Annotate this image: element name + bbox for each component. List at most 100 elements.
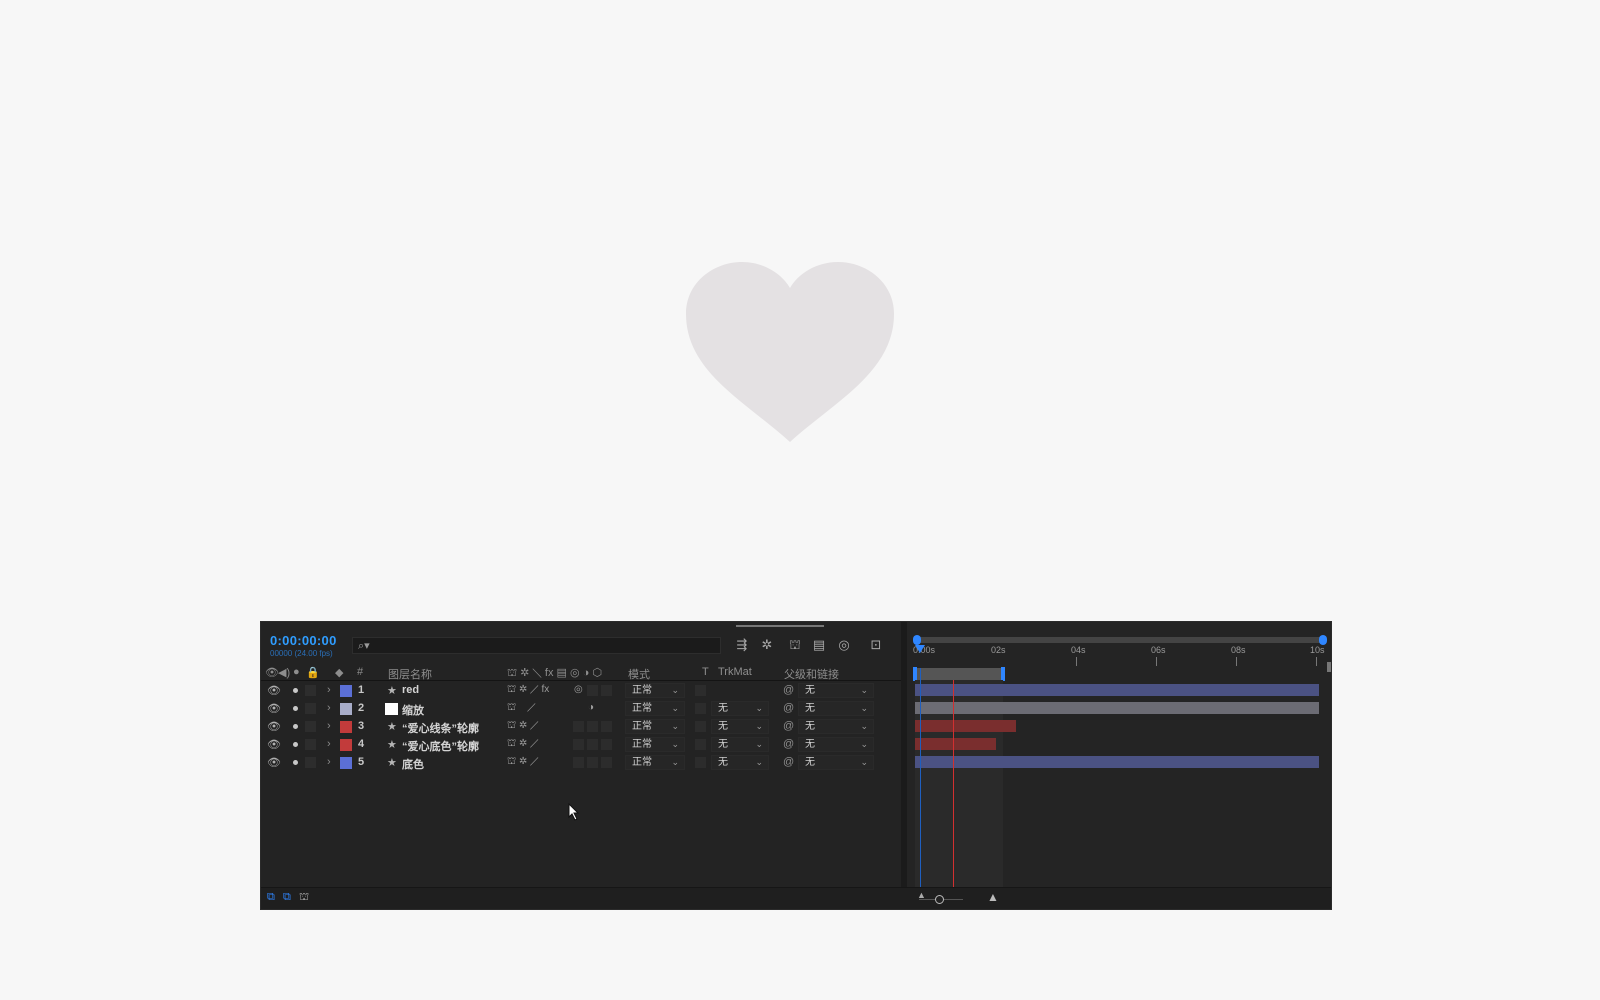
trkmat-dropdown[interactable]: 无 ⌄ bbox=[711, 737, 769, 752]
solo-dot[interactable] bbox=[293, 760, 298, 765]
track-t-box[interactable] bbox=[695, 721, 706, 732]
zoom-slider-knob[interactable] bbox=[935, 895, 944, 904]
switch-box[interactable] bbox=[601, 757, 612, 768]
solo-icon[interactable]: ● bbox=[293, 666, 300, 678]
visibility-eye-icon[interactable]: 👁 bbox=[267, 720, 281, 733]
layer-duration-bar[interactable] bbox=[915, 720, 1016, 732]
label-color-swatch[interactable] bbox=[340, 757, 352, 769]
switch-box[interactable] bbox=[601, 739, 612, 750]
trkmat-dropdown[interactable]: 无 ⌄ bbox=[711, 755, 769, 770]
switch-box[interactable] bbox=[587, 739, 598, 750]
navigator-start-handle[interactable] bbox=[913, 635, 921, 645]
label-color-swatch[interactable] bbox=[340, 739, 352, 751]
zoom-in-icon[interactable]: ▲ bbox=[987, 890, 999, 904]
layer-duration-bar[interactable] bbox=[915, 738, 996, 750]
mode-dropdown[interactable]: 正常 ⌄ bbox=[625, 683, 685, 698]
switch-box[interactable] bbox=[587, 721, 598, 732]
track-t-box[interactable] bbox=[695, 703, 706, 714]
lock-toggle[interactable] bbox=[305, 721, 316, 732]
label-color-swatch[interactable] bbox=[340, 721, 352, 733]
expand-chevron-icon[interactable]: › bbox=[327, 702, 331, 714]
adjustment-layer-icon[interactable]: ◑ bbox=[588, 702, 594, 713]
layer-row[interactable]: 👁 › 5 ★ 底色 ⛫ ✲ ⟋ 正常 ⌄ 无 ⌄ @ 无 ⌄ bbox=[261, 754, 901, 772]
in-out-icon[interactable]: ⛫ bbox=[299, 891, 309, 905]
parent-dropdown[interactable]: 无 ⌄ bbox=[798, 737, 874, 752]
layer-row[interactable]: 👁 › 3 ★ “爱心线条”轮廓 ⛫ ✲ ⟋ 正常 ⌄ 无 ⌄ @ 无 ⌄ bbox=[261, 718, 901, 736]
label-tag-icon[interactable]: ◆ bbox=[335, 666, 343, 679]
comp-switches-icon[interactable]: ⧉ bbox=[267, 891, 275, 904]
mode-dropdown[interactable]: 正常 ⌄ bbox=[625, 737, 685, 752]
pick-whip-icon[interactable]: @ bbox=[783, 702, 794, 714]
shy-layers-icon[interactable]: ⛫ bbox=[786, 637, 804, 653]
layer-switches-icon[interactable]: ⛫ ✲ ⟋ bbox=[507, 756, 539, 769]
lock-toggle[interactable] bbox=[305, 757, 316, 768]
switch-box[interactable] bbox=[573, 721, 584, 732]
label-color-swatch[interactable] bbox=[340, 703, 352, 715]
audio-icon[interactable]: ◀) bbox=[278, 666, 290, 679]
work-area-bar[interactable] bbox=[913, 667, 1005, 683]
switch-box[interactable] bbox=[601, 685, 612, 696]
comp-mini-flowchart-icon[interactable]: ⇶ bbox=[733, 637, 751, 653]
video-icon[interactable]: 👁 bbox=[265, 666, 279, 679]
pick-whip-icon[interactable]: @ bbox=[783, 684, 794, 696]
frame-blending-icon[interactable]: ▤ bbox=[810, 637, 828, 653]
layer-row[interactable]: 👁 › 2 缩放 ⛫ ⟋ ◑ 正常 ⌄ 无 ⌄ @ 无 ⌄ bbox=[261, 700, 901, 718]
motion-blur-switch-icon[interactable]: ◎ bbox=[574, 684, 583, 695]
panel-grip[interactable] bbox=[736, 625, 824, 627]
draft-3d-icon[interactable]: ✲ bbox=[758, 637, 776, 653]
work-area-end-handle[interactable] bbox=[1001, 667, 1005, 681]
expand-chevron-icon[interactable]: › bbox=[327, 756, 331, 768]
expand-chevron-icon[interactable]: › bbox=[327, 738, 331, 750]
current-timecode[interactable]: 0:00:00:00 bbox=[270, 633, 337, 648]
current-time-indicator-head[interactable] bbox=[915, 645, 925, 653]
track-t-box[interactable] bbox=[695, 739, 706, 750]
mode-dropdown[interactable]: 正常 ⌄ bbox=[625, 701, 685, 716]
track-t-box[interactable] bbox=[695, 757, 706, 768]
layer-name[interactable]: 底色 bbox=[402, 756, 424, 772]
transfer-controls-icon[interactable]: ⧉ bbox=[283, 891, 291, 904]
layer-row[interactable]: 👁 › 4 ★ “爱心底色”轮廓 ⛫ ✲ ⟋ 正常 ⌄ 无 ⌄ @ 无 ⌄ bbox=[261, 736, 901, 754]
layer-search-input[interactable]: ⌕▾ bbox=[352, 637, 721, 654]
visibility-eye-icon[interactable]: 👁 bbox=[267, 702, 281, 715]
visibility-eye-icon[interactable]: 👁 bbox=[267, 684, 281, 697]
parent-dropdown[interactable]: 无 ⌄ bbox=[798, 701, 874, 716]
switch-box[interactable] bbox=[601, 721, 612, 732]
switch-box[interactable] bbox=[587, 685, 598, 696]
visibility-eye-icon[interactable]: 👁 bbox=[267, 738, 281, 751]
layer-switches-icon[interactable]: ⛫ ✲ ⟋ bbox=[507, 720, 539, 733]
expand-chevron-icon[interactable]: › bbox=[327, 720, 331, 732]
solo-dot[interactable] bbox=[293, 724, 298, 729]
column-layer-name[interactable]: 图层名称 bbox=[388, 666, 432, 682]
mode-dropdown[interactable]: 正常 ⌄ bbox=[625, 719, 685, 734]
layer-duration-bar[interactable] bbox=[915, 684, 1319, 696]
lock-toggle[interactable] bbox=[305, 703, 316, 714]
parent-dropdown[interactable]: 无 ⌄ bbox=[798, 755, 874, 770]
layer-name[interactable]: 缩放 bbox=[402, 702, 424, 718]
switch-box[interactable] bbox=[587, 757, 598, 768]
pick-whip-icon[interactable]: @ bbox=[783, 738, 794, 750]
graph-editor-icon[interactable]: ⊡ bbox=[867, 637, 885, 653]
motion-blur-icon[interactable]: ◎ bbox=[835, 637, 853, 653]
layer-switches-icon[interactable]: ⛫ ✲ ⟋ fx bbox=[507, 684, 549, 697]
layer-name[interactable]: “爱心底色”轮廓 bbox=[402, 738, 479, 754]
pick-whip-icon[interactable]: @ bbox=[783, 720, 794, 732]
layer-name[interactable]: “爱心线条”轮廓 bbox=[402, 720, 479, 736]
switch-box[interactable] bbox=[573, 739, 584, 750]
navigator-end-handle[interactable] bbox=[1319, 635, 1327, 645]
work-area-start-handle[interactable] bbox=[913, 667, 917, 681]
lock-toggle[interactable] bbox=[305, 739, 316, 750]
trkmat-dropdown[interactable]: 无 ⌄ bbox=[711, 701, 769, 716]
solo-dot[interactable] bbox=[293, 742, 298, 747]
lock-icon[interactable]: 🔒 bbox=[306, 666, 320, 679]
layer-row[interactable]: 👁 › 1 ★ red ⛫ ✲ ⟋ fx ◎ 正常 ⌄ @ 无 ⌄ bbox=[261, 682, 901, 700]
expand-chevron-icon[interactable]: › bbox=[327, 684, 331, 696]
track-t-box[interactable] bbox=[695, 685, 706, 696]
timeline-track-area[interactable]: 0:00s 02s 04s 06s 08s 10s bbox=[907, 622, 1331, 909]
visibility-eye-icon[interactable]: 👁 bbox=[267, 756, 281, 769]
layer-duration-bar[interactable] bbox=[915, 756, 1319, 768]
trkmat-dropdown[interactable]: 无 ⌄ bbox=[711, 719, 769, 734]
layer-duration-bar[interactable] bbox=[915, 702, 1319, 714]
solo-dot[interactable] bbox=[293, 706, 298, 711]
mode-dropdown[interactable]: 正常 ⌄ bbox=[625, 755, 685, 770]
pick-whip-icon[interactable]: @ bbox=[783, 756, 794, 768]
